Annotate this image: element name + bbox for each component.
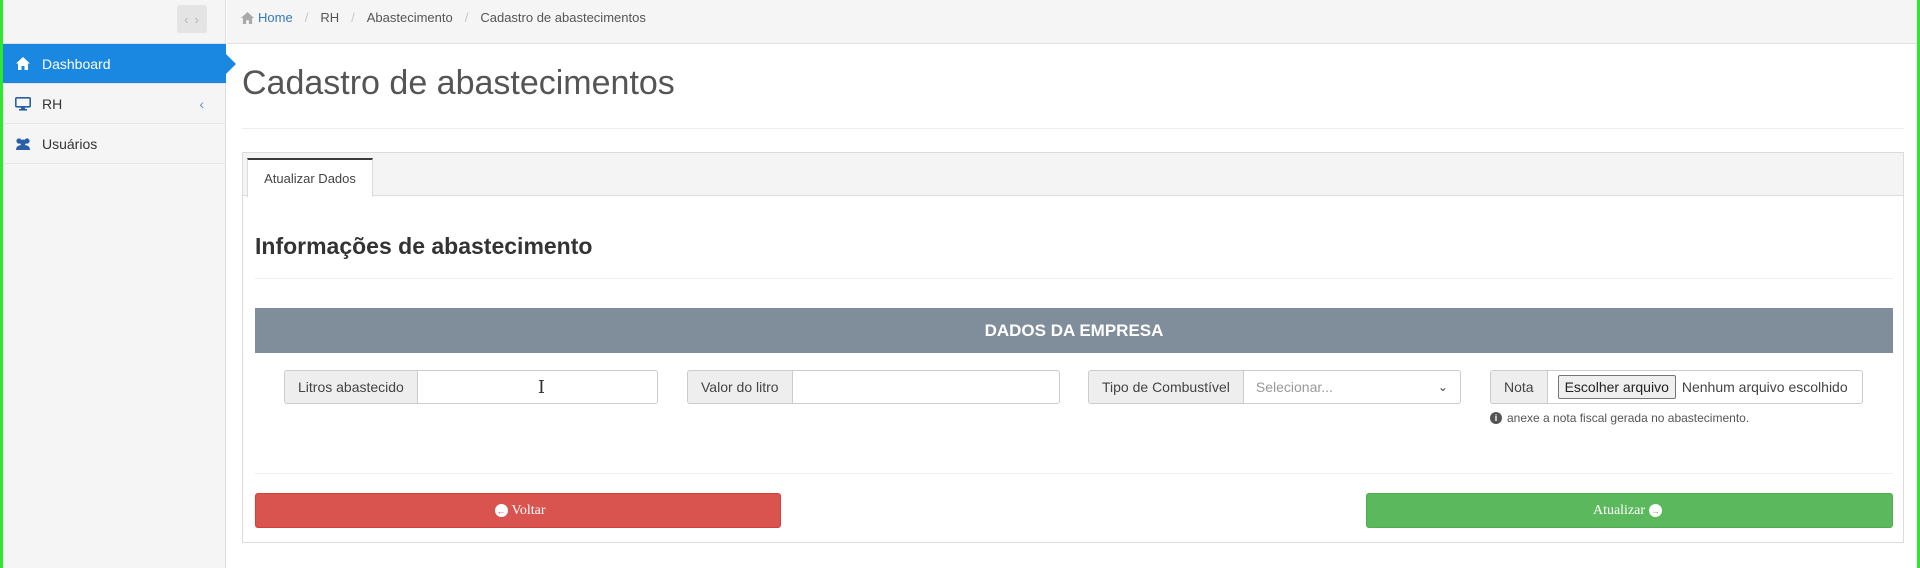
- breadcrumb-home-label: Home: [258, 10, 293, 25]
- submit-button[interactable]: Atualizar →: [1366, 493, 1893, 528]
- nota-label: Nota: [1490, 370, 1547, 404]
- tipo-combustivel-label: Tipo de Combustível: [1088, 370, 1243, 404]
- sidebar-item-label: Usuários: [42, 135, 98, 152]
- breadcrumb-item-abastecimento[interactable]: Abastecimento: [367, 10, 453, 25]
- breadcrumb-separator: /: [464, 10, 469, 25]
- arrow-left-circle-icon: ←: [494, 504, 508, 517]
- choose-file-button[interactable]: Escolher arquivo: [1557, 375, 1676, 399]
- chevron-left-icon: ‹: [199, 96, 204, 112]
- breadcrumb-item-current: Cadastro de abastecimentos: [480, 10, 646, 25]
- sidebar-item-rh[interactable]: RH ‹: [3, 84, 226, 124]
- title-divider: [242, 128, 1904, 129]
- valor-label: Valor do litro: [687, 370, 792, 404]
- section-title: Informações de abastecimento: [255, 233, 593, 259]
- info-icon: i: [1490, 412, 1502, 424]
- footer-divider: [255, 473, 1893, 474]
- file-status: Nenhum arquivo escolhido: [1681, 379, 1848, 395]
- nota-file-group: Nota Escolher arquivo Nenhum arquivo esc…: [1490, 370, 1863, 404]
- text-cursor-icon: I: [537, 377, 545, 398]
- breadcrumb: Home / RH / Abastecimento / Cadastro de …: [241, 10, 646, 25]
- sidebar-item-label: RH: [42, 95, 63, 112]
- nota-help-text: i anexe a nota fiscal gerada no abasteci…: [1490, 411, 1749, 425]
- tabs-bar: Atualizar Dados: [243, 153, 1903, 197]
- nota-file-input[interactable]: Escolher arquivo Nenhum arquivo escolhid…: [1546, 370, 1863, 404]
- chevron-down-icon: ⌄: [1437, 380, 1448, 394]
- breadcrumb-home[interactable]: Home: [241, 10, 293, 25]
- tipo-combustivel-select[interactable]: Selecionar... ⌄: [1242, 370, 1461, 404]
- tab-atualizar-dados[interactable]: Atualizar Dados: [247, 158, 373, 197]
- sidebar-item-label: Dashboard: [42, 55, 111, 72]
- back-button[interactable]: ← Voltar: [255, 493, 781, 528]
- form-panel: Atualizar Dados Informações de abastecim…: [242, 152, 1904, 543]
- tipo-combustivel-group: Tipo de Combustível Selecionar... ⌄: [1088, 370, 1461, 404]
- breadcrumb-separator: /: [351, 10, 355, 25]
- users-icon: [14, 136, 32, 152]
- sidebar-toggle-button[interactable]: ‹›: [177, 5, 207, 33]
- sidebar-nav: Dashboard RH ‹ Usuários: [3, 44, 236, 164]
- litros-input[interactable]: I: [416, 370, 658, 404]
- sidebar: ‹› Dashboard RH ‹ Usuários: [3, 0, 236, 568]
- litros-label: Litros abastecido: [284, 370, 417, 404]
- litros-input-group: Litros abastecido I: [284, 370, 658, 404]
- valor-input[interactable]: [791, 370, 1060, 404]
- breadcrumb-item-rh[interactable]: RH: [320, 10, 339, 25]
- section-divider: [255, 278, 1893, 279]
- home-icon: [14, 56, 32, 72]
- top-bar: Home / RH / Abastecimento / Cadastro de …: [227, 0, 1917, 44]
- breadcrumb-separator: /: [304, 10, 309, 25]
- valor-input-group: Valor do litro: [687, 370, 1060, 404]
- sidebar-item-dashboard[interactable]: Dashboard: [3, 44, 236, 84]
- chevrons-left-right-icon: ‹›: [184, 11, 205, 27]
- group-header: DADOS DA EMPRESA: [255, 308, 1893, 353]
- monitor-icon: [14, 96, 32, 112]
- home-icon: [241, 11, 254, 24]
- sidebar-item-usuarios[interactable]: Usuários: [3, 124, 226, 164]
- page-title: Cadastro de abastecimentos: [242, 64, 675, 102]
- arrow-right-circle-icon: →: [1649, 504, 1663, 517]
